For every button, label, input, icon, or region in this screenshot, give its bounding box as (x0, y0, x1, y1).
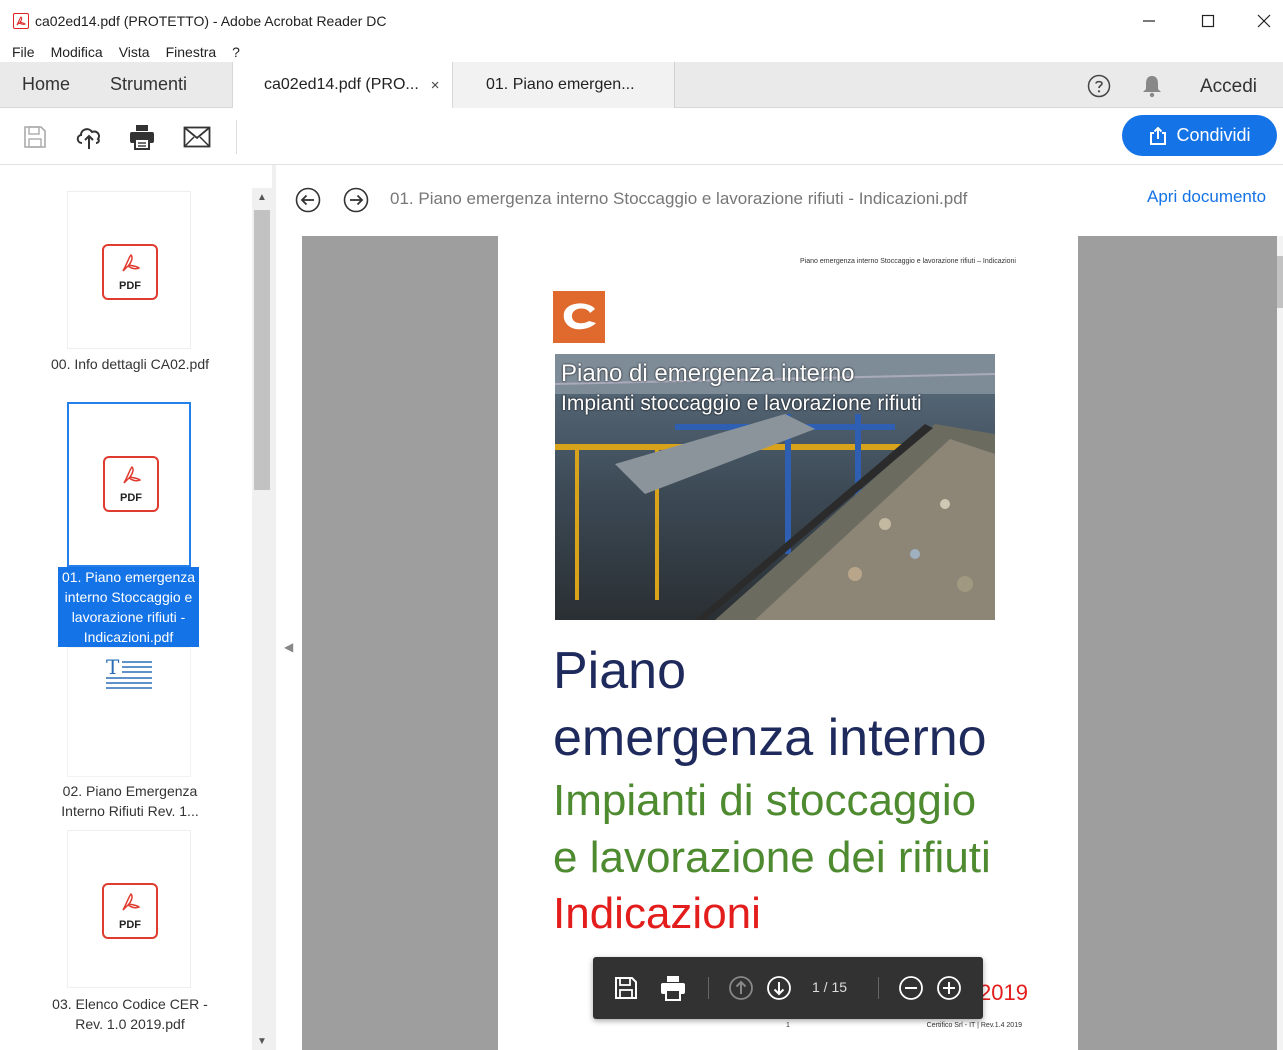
toolbar-divider (878, 977, 879, 999)
save-copy-button[interactable] (612, 974, 640, 1002)
pdf-file-icon: PDF (102, 883, 158, 939)
page-year: 2019 (979, 980, 1028, 1005)
attachment-thumbnail[interactable]: T (67, 647, 191, 777)
email-button[interactable] (182, 122, 212, 152)
document-scrollbar[interactable] (1277, 236, 1283, 1050)
menu-finestra[interactable]: Finestra (166, 42, 217, 62)
print-button[interactable] (659, 974, 687, 1002)
menu-bar: File Modifica Vista Finestra ? (0, 42, 1283, 62)
panel-splitter[interactable] (272, 165, 276, 1050)
previous-page-button[interactable] (727, 974, 755, 1002)
scrollbar-thumb[interactable] (1277, 256, 1283, 308)
document-filename: 01. Piano emergenza interno Stoccaggio e… (390, 189, 968, 208)
back-arrow-icon[interactable] (295, 187, 321, 213)
window-title: ca02ed14.pdf (PROTETTO) - Adobe Acrobat … (35, 13, 387, 29)
attachment-label-selected[interactable]: 01. Piano emergenza interno Stoccaggio e… (58, 567, 199, 647)
tab-document-label: ca02ed14.pdf (PRO... (264, 76, 419, 93)
bell-icon[interactable] (1141, 74, 1163, 98)
save-icon (615, 977, 637, 999)
toolbar-divider (236, 120, 237, 154)
collapse-panel-icon[interactable]: ◀ (284, 640, 293, 654)
next-page-button[interactable] (765, 974, 793, 1002)
page-subtitle-line-2: e lavorazione dei rifiuti (553, 833, 991, 882)
pdf-file-icon: PDF (102, 244, 158, 300)
scroll-down-icon[interactable]: ▼ (257, 1036, 267, 1047)
scroll-up-icon[interactable]: ▲ (257, 192, 267, 203)
save-button[interactable] (20, 122, 50, 152)
tab-document-label: 01. Piano emergen... (486, 76, 635, 93)
tab-tools[interactable]: Strumenti (110, 74, 187, 95)
page-title-line-2: emergenza interno (553, 709, 987, 767)
menu-vista[interactable]: Vista (119, 42, 150, 62)
print-button[interactable] (127, 122, 157, 152)
tab-close-icon[interactable]: × (431, 77, 440, 94)
print-icon (130, 125, 154, 150)
menu-modifica[interactable]: Modifica (51, 42, 103, 62)
attachment-label[interactable]: 02. Piano Emergenza Interno Rifiuti Rev.… (30, 781, 230, 821)
attachments-panel: PDF 00. Info dettagli CA02.pdf PDF 01. P… (0, 165, 252, 1050)
minimize-button[interactable] (1122, 0, 1176, 42)
scrollbar-thumb[interactable] (254, 210, 270, 490)
print-icon (661, 976, 685, 1001)
running-header: Piano emergenza interno Stoccaggio e lav… (800, 258, 1016, 265)
cloud-upload-icon (76, 128, 101, 149)
zoom-in-icon (937, 976, 961, 1000)
tab-document-active[interactable]: ca02ed14.pdf (PRO... × (232, 62, 453, 108)
forward-arrow-icon[interactable] (343, 187, 369, 213)
attachment-label[interactable]: 03. Elenco Codice CER - Rev. 1.0 2019.pd… (30, 994, 230, 1034)
cover-photo: Piano di emergenza interno Impianti stoc… (555, 354, 995, 620)
share-label: Condividi (1176, 125, 1251, 145)
menu-file[interactable]: File (12, 42, 35, 62)
attachments-scrollbar[interactable]: ▲ ▼ (252, 188, 272, 1050)
close-window-button[interactable] (1237, 0, 1283, 42)
document-viewport[interactable]: Piano emergenza interno Stoccaggio e lav… (302, 236, 1277, 1050)
arrow-down-icon (767, 976, 791, 1000)
page-title-line-1: Piano (553, 642, 686, 700)
zoom-out-icon (899, 976, 923, 1000)
acrobat-app-icon (13, 13, 29, 29)
open-document-link[interactable]: Apri documento (1147, 187, 1266, 207)
page-subtitle-line-1: Impianti di stoccaggio (553, 776, 977, 825)
share-icon (1150, 126, 1167, 145)
close-icon (1257, 14, 1271, 28)
sign-in-link[interactable]: Accedi (1200, 76, 1257, 98)
page-indicator[interactable]: 1 / 15 (812, 979, 847, 995)
photo-caption-title: Piano di emergenza interno (561, 360, 855, 387)
mail-icon (183, 126, 211, 148)
share-button[interactable]: Condividi (1122, 115, 1277, 156)
photo-caption-subtitle: Impianti stoccaggio e lavorazione rifiut… (561, 392, 922, 415)
toolbar-divider (708, 977, 709, 999)
zoom-in-button[interactable] (935, 974, 963, 1002)
attachment-label[interactable]: 00. Info dettagli CA02.pdf (30, 354, 230, 374)
attachment-thumbnail-selected[interactable]: PDF (67, 402, 191, 567)
save-icon (24, 126, 46, 148)
document-nav-bar: 01. Piano emergenza interno Stoccaggio e… (276, 165, 1283, 235)
title-bar: ca02ed14.pdf (PROTETTO) - Adobe Acrobat … (0, 0, 1283, 42)
cloud-upload-button[interactable] (74, 122, 104, 152)
pdf-file-icon: PDF (103, 456, 159, 512)
tab-row: Home Strumenti ca02ed14.pdf (PRO... × 01… (0, 62, 1283, 108)
attachment-thumbnail[interactable]: PDF (67, 191, 191, 349)
toolbar (0, 108, 1283, 165)
page-subtitle-line-3: Indicazioni (553, 889, 761, 938)
maximize-button[interactable] (1181, 0, 1235, 42)
svg-text:T: T (106, 656, 120, 679)
menu-help[interactable]: ? (232, 42, 240, 62)
text-document-icon: T (106, 656, 152, 689)
maximize-icon (1201, 14, 1215, 28)
minimize-icon (1143, 20, 1155, 22)
help-icon[interactable] (1087, 74, 1111, 98)
floating-page-toolbar: 1 / 15 (593, 957, 983, 1019)
tab-document-inactive[interactable]: 01. Piano emergen... (453, 62, 675, 108)
zoom-out-button[interactable] (897, 974, 925, 1002)
attachment-thumbnail[interactable]: PDF (67, 830, 191, 988)
pdf-page: Piano emergenza interno Stoccaggio e lav… (498, 236, 1078, 1050)
tab-home[interactable]: Home (22, 74, 70, 95)
arrow-up-icon (729, 976, 753, 1000)
page-footer: Certifico Srl - IT | Rev.1.4 2019 (926, 1022, 1022, 1029)
page-number: 1 (786, 1022, 790, 1029)
company-logo (553, 291, 605, 343)
